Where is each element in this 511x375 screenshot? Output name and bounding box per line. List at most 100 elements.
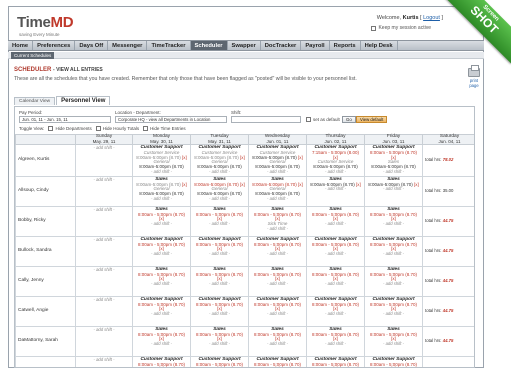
location-select[interactable]: Corporate HQ - view all Departments in L… [115,116,227,123]
remove-shift-icon[interactable]: [x] [356,182,361,187]
add-shift-link[interactable]: - add shift - [78,267,130,273]
employee-name[interactable]: Bullock, Sandra [15,235,76,267]
add-shift-link[interactable]: - add shift - [135,281,188,287]
shift-time[interactable]: 8:00am - 5:00pm (8.70) [x] [251,362,304,367]
shift-cell[interactable]: - add shift - [75,265,133,297]
nav-item-scheduler[interactable]: Scheduler [190,41,228,50]
shift-cell[interactable]: - add shift - [75,235,133,267]
add-shift-link[interactable]: - add shift - [309,169,362,175]
add-shift-link[interactable]: - add shift - [367,221,420,227]
shift-cell[interactable]: - add shift - [75,175,133,207]
remove-shift-icon[interactable]: [x] [414,182,419,187]
timemd-logo[interactable]: TimeMD [17,14,74,31]
print-page-button[interactable]: print page [467,65,481,88]
add-shift-link[interactable]: - add shift - [193,169,246,175]
shift-cell[interactable]: Customer Support8:00am - 5:00pm (8.70) [… [364,235,423,267]
shift-cell[interactable]: Sales 8:00am - 5:00pm (8.70) [x] - add shi… [364,325,423,357]
nav-item-doctracker[interactable]: DocTracker [261,41,302,50]
add-shift-link[interactable]: - add shift - [309,281,362,287]
tab-personnel-view[interactable]: Personnel View [56,96,111,105]
tab-calendar-view[interactable]: Calendar View [14,97,56,105]
add-shift-link[interactable]: - add shift - [78,327,130,333]
remove-shift-icon[interactable]: [x] [182,182,187,187]
remove-shift-icon[interactable]: [x] [159,366,164,367]
remove-shift-icon[interactable]: [x] [182,155,187,160]
shift-cell[interactable]: Customer Support8:00am - 5:00pm (8.70) [… [132,295,191,327]
shift-cell[interactable]: Customer Support8:00am - 5:00pm (8.70) [… [190,355,249,367]
shift-cell[interactable]: Sales 8:00am - 5:00pm (8.70) [x] Sick Time… [248,205,307,237]
shift-cell[interactable]: Sales 8:00am-5:00pm (8.70) [x] General 8:00… [248,175,307,207]
hide-departments-checkbox[interactable] [48,126,54,131]
add-shift-link[interactable]: - add shift - [367,311,420,317]
set-default-checkbox[interactable] [306,117,311,122]
add-shift-link[interactable]: - add shift - [193,281,246,287]
shift-cell[interactable]: Customer Support Customer Service 8:00am-5… [132,144,191,177]
remove-shift-icon[interactable]: [x] [275,366,280,367]
shift-cell[interactable]: Sales 8:00am - 5:00pm (8.70) [x] - add shi… [306,265,365,297]
shift-cell[interactable]: Sales 8:00am - 5:00pm (8.70) [x] - add shi… [248,325,307,357]
shift-cell[interactable]: Customer Support8:00am - 5:00pm (8.70) [… [190,295,249,327]
shift-cell[interactable]: Sales 8:00am - 5:00pm (8.70) [x] - add shi… [190,325,249,357]
add-shift-link[interactable]: - add shift - [78,237,130,243]
remove-shift-icon[interactable]: [x] [333,366,338,367]
add-shift-link[interactable]: - add shift - [193,341,246,347]
add-shift-link[interactable]: - add shift - [135,251,188,257]
add-shift-link[interactable]: - add shift - [367,187,420,192]
shift-cell[interactable]: - add shift - [75,144,133,177]
shift-time[interactable]: 8:00am - 5:00pm (8.70) [x] [135,362,188,367]
remove-shift-icon[interactable]: [x] [298,182,303,187]
logout-link[interactable]: Logout [423,15,440,21]
shift-cell[interactable]: Customer Support8:00am - 5:00pm (8.70) [… [132,355,191,367]
shift-time[interactable]: 8:00am - 5:00pm (8.70) [x] [309,362,362,367]
add-shift-link[interactable]: - add shift - [309,221,362,227]
nav-item-home[interactable]: Home [8,41,34,50]
add-shift-link[interactable]: - add shift - [78,207,130,213]
remove-shift-icon[interactable]: [x] [217,366,222,367]
shift-cell[interactable]: - add shift - [75,205,133,237]
add-shift-link[interactable]: - add shift - [78,145,130,151]
add-shift-link[interactable]: - add shift - [309,251,362,257]
add-shift-link[interactable]: - add shift - [367,281,420,287]
remove-shift-icon[interactable]: [x] [240,182,245,187]
shift-cell[interactable]: Sales 8:00am-5:00pm (8.70) [x] General 8:00… [132,175,191,207]
shift-cell[interactable]: Sales 8:00am - 5:00pm (8.70) [x] - add shi… [132,205,191,237]
add-shift-link[interactable]: - add shift - [367,251,420,257]
employee-name[interactable]: Algreen, Kurtis [15,144,76,177]
nav-item-help-desk[interactable]: Help Desk [361,41,398,50]
add-shift-link[interactable]: - add shift - [78,297,130,303]
employee-name[interactable]: Allsoup, Cindy [15,175,76,207]
add-shift-link[interactable]: - add shift - [251,226,304,232]
nav-item-reports[interactable]: Reports [330,41,361,50]
shift-cell[interactable]: Sales 8:00am - 5:00pm (8.70) [x] - add shi… [306,325,365,357]
shift-cell[interactable]: Sales 8:00am-5:00pm (8.70) [x] General 8:00… [190,175,249,207]
shift-cell[interactable]: Customer Support8:00am - 5:00pm (8.70) [… [248,295,307,327]
add-shift-link[interactable]: - add shift - [309,341,362,347]
add-shift-link[interactable]: - add shift - [135,196,188,202]
shift-cell[interactable]: Customer Support Customer Service 8:00am-5… [190,144,249,177]
add-shift-link[interactable]: - add shift - [135,311,188,317]
shift-cell[interactable]: Sales 8:00am-5:00pm (8.70) [x] - add shift… [364,175,423,207]
hide-hourly-checkbox[interactable] [95,126,101,131]
shift-cell[interactable]: Customer Support8:00am - 5:00pm (8.70) [… [306,235,365,267]
add-shift-link[interactable]: - add shift - [251,169,304,175]
shift-cell[interactable]: - add shift - [75,325,133,357]
add-shift-link[interactable]: - add shift - [367,341,420,347]
shift-cell[interactable]: Sales 8:00am - 5:00pm (8.70) [x] - add shi… [132,265,191,297]
shift-cell[interactable]: Customer Support8:00am - 5:00pm (8.70) [… [132,235,191,267]
shift-cell[interactable]: Customer Support8:00am - 5:00pm (8.70) [… [306,355,365,367]
hide-time-option[interactable]: Hide Time Entries [143,126,186,131]
shift-cell[interactable]: Sales 8:00am - 5:00pm (8.70) [x] - add shi… [248,265,307,297]
shift-cell[interactable]: Customer Support 7:15am - 5:00pm (8.00) [… [306,144,365,177]
shift-cell[interactable]: Sales 8:00am - 5:00pm (8.70) [x] - add shi… [364,205,423,237]
shift-cell[interactable]: Customer Support8:00am - 5:00pm (8.70) [… [306,295,365,327]
view-default-button[interactable]: View default [356,116,388,123]
hide-departments-option[interactable]: Hide Departments [48,126,92,131]
nav-item-messenger[interactable]: Messenger [108,41,148,50]
add-shift-link[interactable]: - add shift - [251,251,304,257]
set-default-option[interactable]: set as default [306,117,340,122]
go-button[interactable]: Go [342,116,356,123]
keep-session-checkbox[interactable] [371,25,377,31]
nav-item-swapper[interactable]: Swapper [228,41,261,50]
shift-cell[interactable]: Customer Support Customer Service 8:00am-5… [248,144,307,177]
shift-cell[interactable]: Sales 8:00am - 5:00pm (8.70) [x] - add shi… [132,325,191,357]
